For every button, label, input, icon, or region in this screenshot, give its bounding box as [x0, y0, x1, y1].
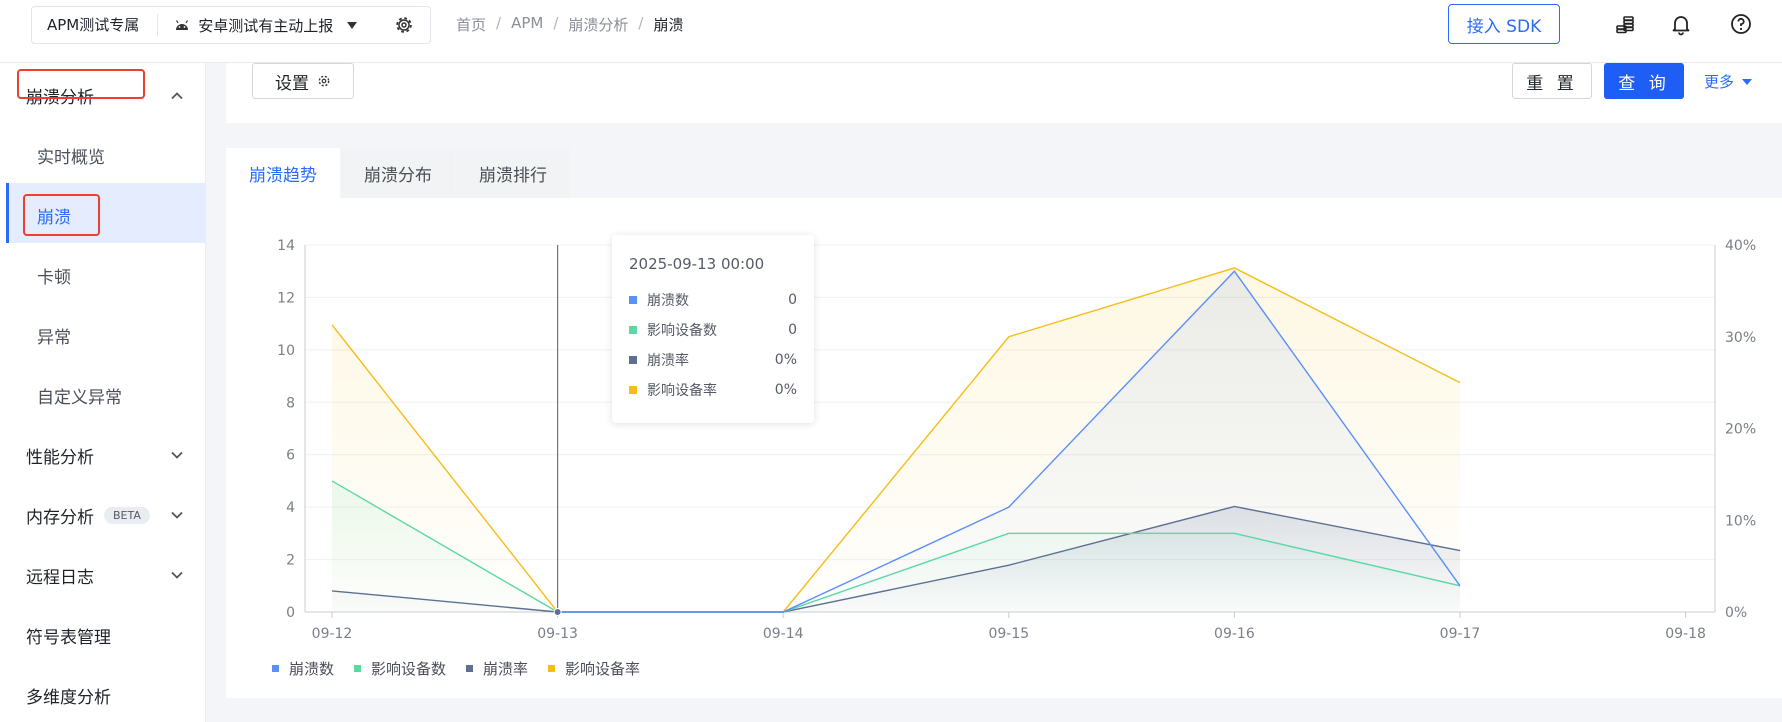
- tooltip-value: 0%: [774, 352, 797, 368]
- legend-label: 影响设备数: [371, 660, 447, 678]
- y-left-tick-label: 12: [277, 290, 295, 306]
- tooltip-row: 影响设备率 0%: [629, 375, 797, 405]
- x-tick-label: 09-15: [988, 626, 1029, 642]
- legend-item[interactable]: 崩溃数: [272, 658, 334, 679]
- tooltip-marker: [629, 326, 637, 334]
- tooltip-marker: [629, 386, 637, 394]
- legend-marker: [548, 665, 556, 672]
- legend-item[interactable]: 影响设备数: [354, 658, 446, 679]
- tooltip-marker: [629, 356, 637, 364]
- tooltip-value: 0: [788, 292, 797, 308]
- tooltip-label: 影响设备数: [647, 323, 717, 339]
- legend-label: 影响设备率: [565, 660, 641, 678]
- y-left-tick-label: 10: [277, 343, 295, 359]
- tooltip-marker: [629, 296, 637, 304]
- legend-label: 崩溃数: [289, 660, 335, 678]
- y-right-tick-label: 20%: [1725, 422, 1756, 438]
- tooltip-label: 崩溃率: [647, 353, 689, 369]
- tooltip-row: 崩溃率 0%: [629, 345, 797, 375]
- tooltip-label: 影响设备率: [647, 383, 717, 399]
- tooltip-row: 影响设备数 0: [629, 315, 797, 345]
- hover-point: [553, 608, 562, 616]
- tooltip-value: 0: [788, 322, 797, 338]
- legend-label: 崩溃率: [483, 660, 529, 678]
- y-right-tick-label: 0%: [1725, 605, 1747, 621]
- y-left-tick-label: 8: [286, 395, 295, 411]
- y-left-tick-label: 6: [286, 448, 295, 464]
- legend-marker: [272, 665, 279, 672]
- legend-marker: [354, 665, 362, 672]
- legend-item[interactable]: 影响设备率: [548, 658, 640, 679]
- y-right-tick-label: 40%: [1725, 238, 1756, 254]
- tooltip-label: 崩溃数: [647, 293, 689, 309]
- legend-marker: [466, 665, 474, 672]
- legend-item[interactable]: 崩溃率: [466, 658, 528, 679]
- y-left-tick-label: 0: [286, 605, 295, 621]
- x-tick-label: 09-14: [763, 626, 804, 642]
- y-right-tick-label: 10%: [1725, 513, 1756, 529]
- tooltip-title: 2025-09-13 00:00: [629, 255, 765, 273]
- y-right-tick-label: 30%: [1725, 330, 1756, 346]
- x-tick-label: 09-16: [1214, 626, 1255, 642]
- tooltip-row: 崩溃数 0: [629, 285, 797, 315]
- crash-trend-chart[interactable]: 0 2 4 6 8 10 12 14 0% 10% 20% 30% 40% 09-12 09-13 09-14…: [0, 0, 1782, 722]
- tooltip-value: 0%: [774, 382, 797, 398]
- y-left-tick-label: 2: [286, 553, 295, 569]
- x-tick-label: 09-18: [1665, 626, 1706, 642]
- chart-legend: 崩溃数 影响设备数 崩溃率 影响设备率: [272, 658, 640, 679]
- chart-tooltip: 2025-09-13 00:00 崩溃数 0 影响设备数 0 崩溃率 0% 影响…: [612, 235, 814, 423]
- x-tick-label: 09-13: [537, 626, 578, 642]
- x-tick-label: 09-17: [1440, 626, 1481, 642]
- y-left-tick-label: 14: [277, 238, 295, 254]
- y-left-tick-label: 4: [286, 500, 295, 516]
- x-tick-label: 09-12: [312, 626, 353, 642]
